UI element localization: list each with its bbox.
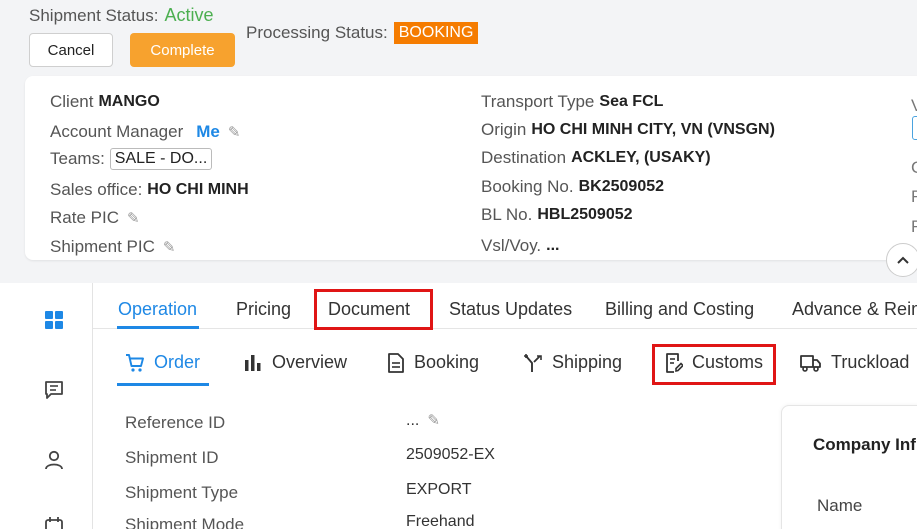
chevron-up-icon [897,256,909,264]
company-info-card: Company Inf Name [781,405,917,529]
status-bar: Shipment Status: Active Cancel Complete P… [0,0,917,76]
subtab-truckload[interactable]: Truckload [800,352,909,373]
cancel-button[interactable]: Cancel [29,33,113,67]
calendar-icon[interactable] [43,515,65,529]
secondary-tabs: Order Overview Booking Shipping Customs … [93,339,917,386]
info-booking-no: Booking No. BK2509052 [481,177,664,197]
processing-status: Processing Status: BOOKING [246,22,479,44]
route-icon [524,353,542,372]
info-rate-pic: Rate PIC ✎ [50,208,140,228]
info-teams: Teams: SALE - DO... [50,148,213,170]
info-label: Shipment PIC [50,237,155,256]
shipment-info-card: Client MANGO Account Manager Me ✎ Teams: SAL… [25,76,917,260]
edge-fragment: V [911,96,917,115]
field-label-shipment-id: Shipment ID [125,448,219,467]
info-label: Client [50,92,94,111]
collapse-button[interactable] [886,243,917,277]
edge-fragment: F [911,217,917,236]
info-value: MANGO [98,93,160,110]
info-value: HO CHI MINH [147,181,249,198]
main-panel: Operation Pricing Document Status Update… [93,283,917,529]
document-icon [388,352,404,373]
field-value-shipment-mode: Freehand [406,513,475,529]
field-value-reference-id: ... ✎ [406,411,440,430]
info-label: Account Manager [50,122,184,141]
field-label-reference-id: Reference ID [125,413,226,432]
info-transport-type: Transport Type Sea FCL [481,92,663,112]
info-label: Destination [481,148,567,167]
subtab-shipping[interactable]: Shipping [523,352,622,373]
subtab-overview[interactable]: Overview [243,352,347,373]
info-bl-no: BL No. HBL2509052 [481,205,633,225]
edit-pencil-icon[interactable]: ✎ [127,209,140,227]
truck-icon [800,354,821,372]
highlight-box-customs [652,344,776,385]
edit-pencil-icon[interactable]: ✎ [427,411,440,429]
info-account-manager: Account Manager Me ✎ [50,122,240,142]
info-value: ACKLEY, (USAKY) [571,149,711,166]
tab-operation[interactable]: Operation [118,299,197,320]
info-value: ... [546,237,560,254]
info-label: Teams: [50,149,105,168]
dashboard-icon[interactable] [43,309,65,331]
active-tab-indicator [117,326,199,329]
info-label: Booking No. [481,177,574,196]
left-icon-rail [0,283,93,529]
info-value: HO CHI MINH CITY, VN (VNSGN) [531,121,775,138]
primary-tabs: Operation Pricing Document Status Update… [93,283,917,330]
info-label: BL No. [481,205,533,224]
info-label: Vsl/Voy. [481,236,542,255]
field-label-shipment-mode: Shipment Mode [125,515,245,529]
field-value-shipment-type: EXPORT [406,481,472,498]
user-icon[interactable] [43,449,65,471]
teams-select[interactable]: SALE - DO... [109,148,213,170]
edit-pencil-icon[interactable]: ✎ [163,238,176,256]
info-label: Rate PIC [50,208,119,227]
subtab-label: Truckload [831,352,910,372]
edit-pencil-icon[interactable]: ✎ [228,123,241,141]
active-subtab-indicator [117,383,209,386]
info-sales-office: Sales office: HO CHI MINH [50,180,249,200]
field-value-shipment-id: 2509052-EX [406,446,495,463]
company-info-title: Company Inf [813,435,916,454]
bar-chart-icon [245,354,261,371]
edge-fragment: F [911,187,917,206]
info-value: BK2509052 [578,178,665,195]
processing-status-badge: BOOKING [393,22,479,44]
info-value: Sea FCL [599,93,664,110]
subtab-label: Shipping [552,352,623,372]
info-vessel-voyage: Vsl/Voy.... [481,236,560,256]
shipment-status: Shipment Status: Active [29,5,214,26]
chat-icon[interactable] [43,379,65,401]
info-client: Client MANGO [50,92,160,112]
info-value: HBL2509052 [537,206,633,223]
account-manager-link[interactable]: Me [196,122,220,142]
shipment-status-label: Shipment Status: [29,6,159,25]
tab-pricing[interactable]: Pricing [236,299,291,320]
edge-input-fragment[interactable] [912,116,917,140]
info-destination: Destination ACKLEY, (USAKY) [481,148,711,168]
info-shipment-pic: Shipment PIC ✎ [50,237,175,257]
edge-fragment: C [911,158,917,178]
subtab-label: Booking [414,352,480,372]
tab-advance-reimbursement[interactable]: Advance & Reim [792,299,917,320]
info-origin: Origin HO CHI MINH CITY, VN (VNSGN) [481,120,775,140]
info-label: Sales office: [50,180,143,199]
subtab-booking[interactable]: Booking [387,352,479,373]
subtab-order[interactable]: Order [125,352,200,373]
company-name-label: Name [817,496,863,515]
highlight-box-document [314,289,433,330]
info-label: Origin [481,120,527,139]
subtab-label: Order [154,352,201,372]
tab-status-updates[interactable]: Status Updates [449,299,572,320]
info-label: Transport Type [481,92,595,111]
subtab-label: Overview [272,352,348,372]
tab-billing-costing[interactable]: Billing and Costing [605,299,754,320]
shipment-status-value: Active [164,5,214,25]
field-value-text: ... [406,412,420,429]
processing-status-label: Processing Status: [246,23,388,42]
field-label-shipment-type: Shipment Type [125,483,239,502]
complete-button[interactable]: Complete [130,33,235,67]
cart-icon [126,353,144,372]
